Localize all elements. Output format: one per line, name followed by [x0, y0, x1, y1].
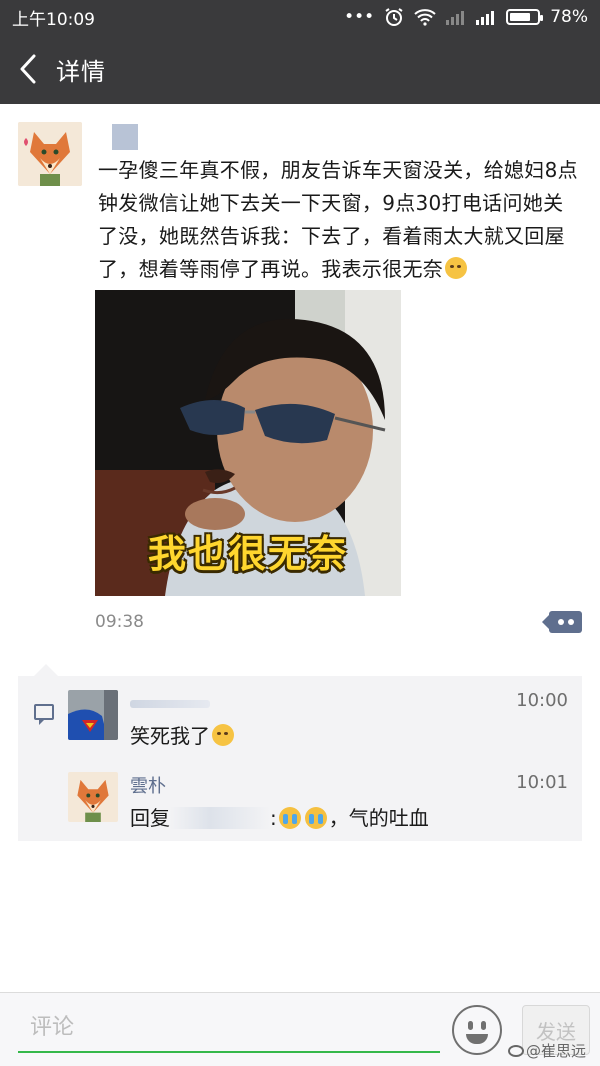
fox-avatar-icon — [18, 122, 82, 186]
more-dots-icon: ••• — [344, 7, 375, 27]
post-image[interactable]: 我也很无奈 — [95, 290, 401, 596]
watermark-text: @崔思远 — [526, 1042, 587, 1060]
more-dots-icon — [568, 619, 574, 625]
signal-icon — [476, 11, 495, 25]
post-text: 一孕傻三年真不假，朋友告诉车天窗没关，给媳妇8点钟发微信让她下去关一下天窗，9点… — [98, 154, 578, 286]
battery-fill — [510, 13, 531, 21]
fox-avatar-icon — [68, 772, 118, 822]
reply-target-redacted — [170, 807, 270, 829]
status-bar: 上午10:09 ••• 78% — [0, 0, 600, 34]
comment-icon — [34, 704, 54, 725]
comment-time: 10:00 — [516, 690, 568, 711]
laugh-cry-emoji-icon — [445, 257, 468, 279]
commenter-name[interactable]: 雲朴 — [130, 772, 166, 798]
author-name-redacted[interactable] — [98, 122, 158, 152]
emoji-icon — [466, 1034, 488, 1044]
emoji-icon — [481, 1021, 486, 1030]
back-arrow-icon — [20, 54, 36, 84]
status-icons: ••• 78% — [344, 7, 588, 27]
comment-text-content: ，气的吐血 — [328, 806, 429, 830]
comment-time: 10:01 — [516, 772, 568, 793]
reply-prefix: 回复 — [130, 806, 170, 830]
back-button[interactable] — [0, 34, 56, 104]
comments-panel: 10:00 笑死我了 雲朴 10:01 回复: ，气的吐血 — [18, 664, 582, 841]
weibo-icon — [508, 1045, 524, 1057]
status-time: 上午10:09 — [12, 9, 95, 30]
more-dots-icon — [558, 619, 564, 625]
comment-input[interactable] — [18, 1003, 440, 1053]
reply-suffix: : — [270, 806, 277, 830]
battery-percent: 78% — [550, 7, 588, 27]
commenter-avatar[interactable] — [68, 690, 118, 740]
wifi-icon — [414, 9, 436, 26]
nav-bar: 详情 — [0, 34, 600, 104]
comment-text-content: 笑死我了 — [130, 724, 210, 748]
comment-text: 笑死我了 — [130, 720, 234, 749]
crying-emoji-icon — [304, 807, 327, 829]
watermark: @崔思远 — [508, 1040, 586, 1061]
name-mosaic — [112, 124, 138, 150]
alarm-icon — [385, 8, 403, 26]
author-avatar[interactable] — [18, 122, 82, 186]
signal-icon — [446, 11, 465, 25]
emoji-button[interactable] — [452, 1005, 502, 1055]
meme-caption: 我也很无奈 — [147, 532, 348, 576]
commenter-name-redacted[interactable] — [130, 700, 210, 708]
post-text-content: 一孕傻三年真不假，朋友告诉车天窗没关，给媳妇8点钟发微信让她下去关一下天窗，9点… — [98, 158, 578, 281]
emoji-icon — [468, 1021, 473, 1030]
post-time: 09:38 — [95, 612, 144, 632]
superman-avatar-icon — [68, 690, 118, 740]
commenter-avatar[interactable] — [68, 772, 118, 822]
laugh-cry-emoji-icon — [212, 724, 234, 746]
crying-emoji-icon — [278, 807, 301, 829]
page-title: 详情 — [56, 57, 106, 86]
battery-icon — [506, 9, 544, 25]
comment-text: 回复: ，气的吐血 — [130, 802, 429, 831]
more-actions-button[interactable] — [542, 611, 582, 633]
